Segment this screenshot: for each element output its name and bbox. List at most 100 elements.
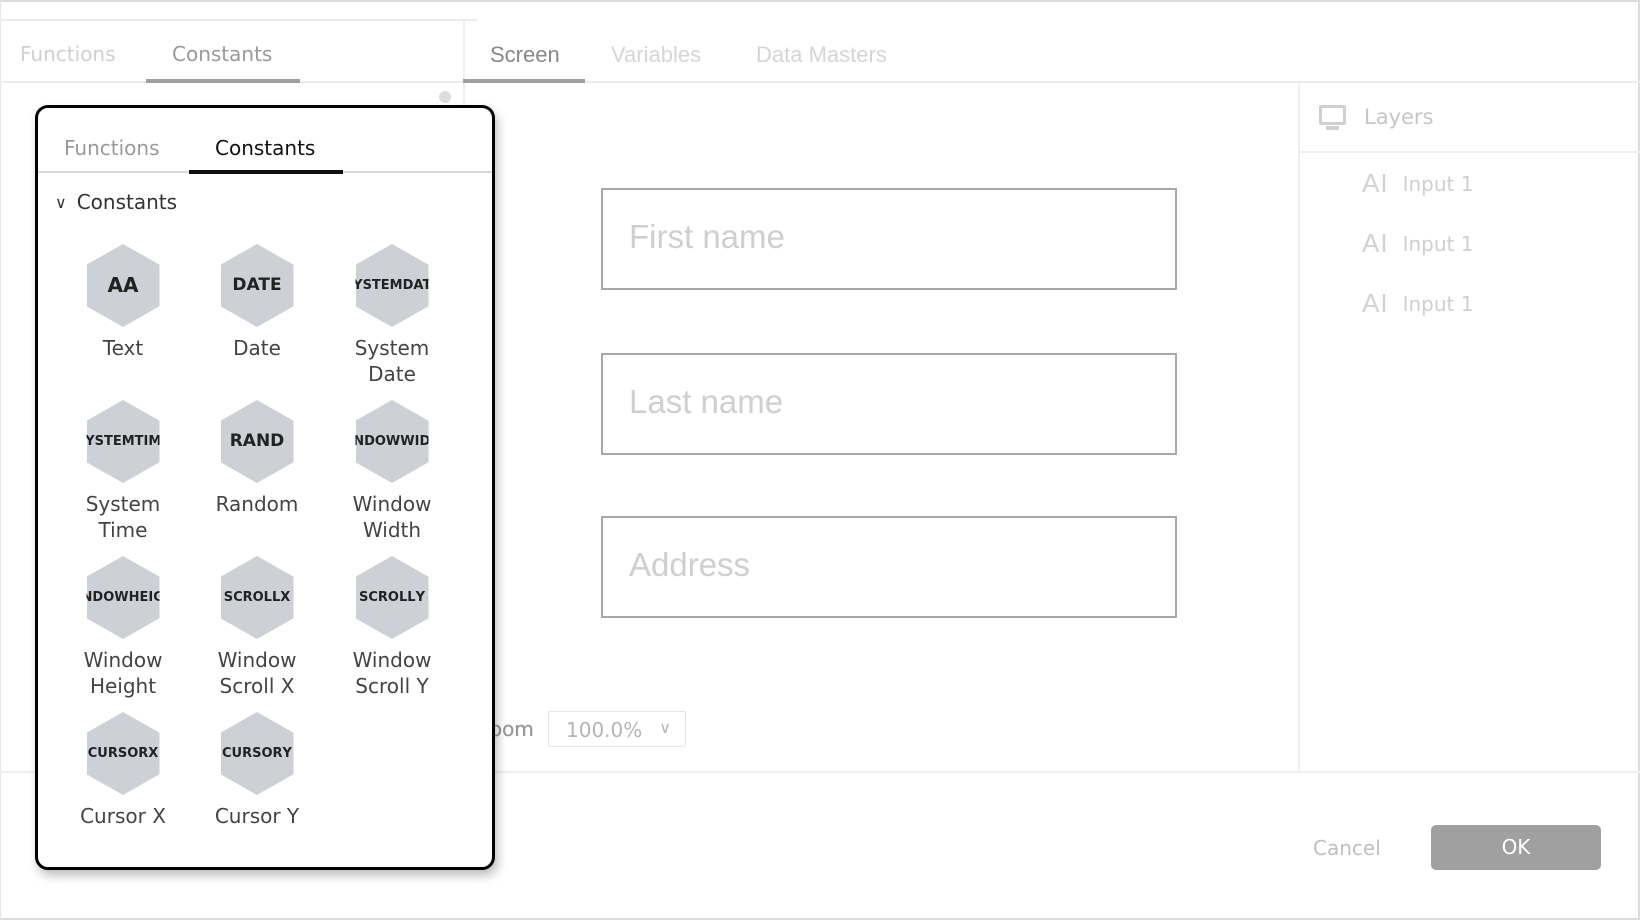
constant-item-date[interactable]: DATE Date: [190, 244, 324, 361]
zoom-label: oom: [490, 717, 534, 741]
layers-title: Layers: [1364, 105, 1434, 129]
hexagon-badge-icon: SYSTEM TIME: [86, 400, 160, 483]
badge-text: X: [148, 746, 159, 761]
constants-popup: Functions Constants ∨ Constants AA Text DA…: [35, 105, 495, 870]
text-input-icon: AI: [1362, 168, 1389, 198]
constant-item-window-scroll-x[interactable]: SCROLL X Window Scroll X: [190, 556, 324, 699]
layer-label: Input 1: [1402, 231, 1474, 256]
label-text: Time: [98, 518, 148, 542]
badge-text: CURSOR: [222, 746, 283, 761]
badge-text: DATE: [402, 278, 441, 293]
hexagon-badge-icon: SCROLL X: [220, 556, 294, 639]
constant-label: Random: [190, 491, 324, 517]
hexagon-badge-icon: SCROLL Y: [355, 556, 429, 639]
left-panel-top-line: [0, 19, 477, 21]
hexagon-badge-icon: DATE: [220, 244, 294, 327]
constant-label: Window Height: [56, 647, 190, 699]
scrollbar-thumb[interactable]: [439, 91, 451, 103]
last-name-input[interactable]: Last name: [601, 353, 1177, 455]
constant-label: Cursor X: [56, 803, 190, 829]
constant-item-window-scroll-y[interactable]: SCROLL Y Window Scroll Y: [325, 556, 459, 699]
hexagon-badge-icon: AA: [86, 244, 160, 327]
tab-screen-underline: [463, 79, 585, 83]
text-input-icon: AI: [1362, 228, 1389, 258]
monitor-icon: [1319, 105, 1346, 125]
label-text: Window: [352, 648, 432, 672]
constant-label: Window Scroll Y: [325, 647, 459, 699]
badge-text: AA: [107, 273, 139, 297]
constant-label: Window Width: [325, 491, 459, 543]
first-name-placeholder: First name: [629, 218, 785, 255]
badge-text: SCROLL: [359, 590, 416, 605]
constant-label: System Date: [325, 335, 459, 387]
badge-text: WIDTH: [400, 434, 450, 449]
badge-text: HEIGHT: [128, 590, 184, 605]
constant-item-text[interactable]: AA Text: [56, 244, 190, 361]
label-text: Height: [89, 674, 157, 698]
badge-text: WINDOW: [62, 590, 129, 605]
label-text: Date: [368, 362, 416, 386]
text-input-icon: AI: [1362, 288, 1389, 318]
constant-label: Window Scroll X: [190, 647, 324, 699]
cancel-button[interactable]: Cancel: [1313, 836, 1381, 860]
hexagon-badge-icon: SYSTEM DATE: [355, 244, 429, 327]
badge-text: SYSTEM: [75, 434, 135, 449]
layer-item[interactable]: AI Input 1: [1362, 228, 1473, 259]
layers-header-divider: [1300, 151, 1640, 153]
badge-text: Y: [415, 590, 425, 605]
hexagon-badge-icon: WINDOW WIDTH: [355, 400, 429, 483]
first-name-input[interactable]: First name: [601, 188, 1177, 290]
chevron-down-icon: ∨: [55, 192, 67, 212]
popup-tab-functions[interactable]: Functions: [64, 136, 160, 160]
constant-item-cursor-x[interactable]: CURSOR X Cursor X: [56, 712, 190, 829]
address-placeholder: Address: [629, 546, 751, 583]
badge-text: CURSOR: [87, 746, 149, 761]
constant-item-cursor-y[interactable]: CURSOR Y Cursor Y: [190, 712, 324, 829]
constant-item-system-date[interactable]: SYSTEM DATE System Date: [325, 244, 459, 387]
section-title: Constants: [76, 190, 178, 214]
label-text: Scroll X: [219, 674, 295, 698]
badge-text: SYSTEM: [343, 278, 403, 293]
address-input[interactable]: Address: [601, 516, 1177, 618]
badge-text: WINDOW: [334, 434, 401, 449]
main-tabs-divider: [465, 81, 1640, 83]
popup-tab-constants-underline: [189, 170, 343, 174]
constant-label: Cursor Y: [190, 803, 324, 829]
hexagon-badge-icon: WINDOW HEIGHT: [86, 556, 160, 639]
chevron-down-icon: ∨: [659, 718, 671, 737]
label-text: Scroll Y: [355, 674, 429, 698]
label-text: Random: [215, 492, 299, 516]
layer-label: Input 1: [1402, 171, 1474, 196]
layer-item[interactable]: AI Input 1: [1362, 288, 1473, 319]
badge-text: RAND: [229, 431, 285, 451]
hexagon-badge-icon: CURSOR Y: [220, 712, 294, 795]
badge-text: TIME: [134, 434, 171, 449]
section-toggle[interactable]: ∨ Constants: [55, 190, 177, 214]
tab-data-masters[interactable]: Data Masters: [756, 42, 887, 68]
popup-tab-constants[interactable]: Constants: [215, 136, 315, 160]
layers-panel-divider: [1298, 82, 1300, 772]
label-text: System: [354, 336, 430, 360]
label-text: Width: [362, 518, 422, 542]
badge-text: SCROLL: [223, 590, 281, 605]
monitor-stand: [1326, 126, 1339, 130]
constant-item-random[interactable]: RAND Random: [190, 400, 324, 517]
label-text: Cursor Y: [214, 804, 300, 828]
label-text: Window: [352, 492, 432, 516]
constant-item-window-height[interactable]: WINDOW HEIGHT Window Height: [56, 556, 190, 699]
badge-text: X: [280, 590, 291, 605]
zoom-value: 100.0%: [566, 718, 643, 742]
badge-text: DATE: [232, 275, 282, 295]
tab-variables[interactable]: Variables: [611, 42, 701, 68]
constant-item-system-time[interactable]: SYSTEM TIME System Time: [56, 400, 190, 543]
label-text: Cursor X: [80, 804, 166, 828]
tab-functions[interactable]: Functions: [20, 42, 116, 66]
constant-item-window-width[interactable]: WINDOW WIDTH Window Width: [325, 400, 459, 543]
constant-label: Text: [56, 335, 190, 361]
constant-label: System Time: [56, 491, 190, 543]
tab-screen[interactable]: Screen: [490, 42, 560, 68]
tab-constants[interactable]: Constants: [172, 42, 272, 66]
layer-item[interactable]: AI Input 1: [1362, 168, 1473, 199]
zoom-select[interactable]: 100.0% ∨: [548, 711, 686, 747]
ok-button[interactable]: OK: [1431, 825, 1601, 870]
